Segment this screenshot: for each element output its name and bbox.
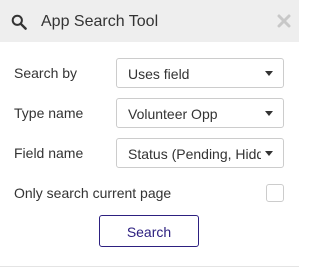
type-name-label: Type name <box>14 105 84 121</box>
chevron-down-icon <box>265 151 273 156</box>
search-by-select[interactable]: Uses field <box>116 58 284 88</box>
type-name-select[interactable]: Volunteer Opp <box>116 98 284 128</box>
only-current-page-row: Only search current page <box>0 178 299 208</box>
chevron-down-icon <box>265 111 273 116</box>
field-name-value: Status (Pending, Hidden, Active) <box>128 146 261 162</box>
app-search-tool-panel: App Search Tool Search by Uses field Typ… <box>0 0 299 274</box>
field-name-row: Field name Status (Pending, Hidden, Acti… <box>0 138 299 168</box>
only-current-page-label: Only search current page <box>14 185 172 201</box>
search-by-label: Search by <box>14 65 78 81</box>
only-current-page-checkbox[interactable] <box>266 184 284 202</box>
field-name-select[interactable]: Status (Pending, Hidden, Active) <box>116 138 284 168</box>
search-icon <box>11 14 27 30</box>
search-by-value: Uses field <box>128 66 190 82</box>
close-icon[interactable] <box>277 14 291 28</box>
search-button[interactable]: Search <box>99 215 199 247</box>
type-name-row: Type name Volunteer Opp <box>0 98 299 128</box>
type-name-value: Volunteer Opp <box>128 106 218 122</box>
field-name-label: Field name <box>14 145 84 161</box>
panel-header: App Search Tool <box>0 0 299 42</box>
search-by-row: Search by Uses field <box>0 58 299 88</box>
panel-title: App Search Tool <box>41 13 159 30</box>
divider <box>0 266 299 267</box>
chevron-down-icon <box>265 71 273 76</box>
